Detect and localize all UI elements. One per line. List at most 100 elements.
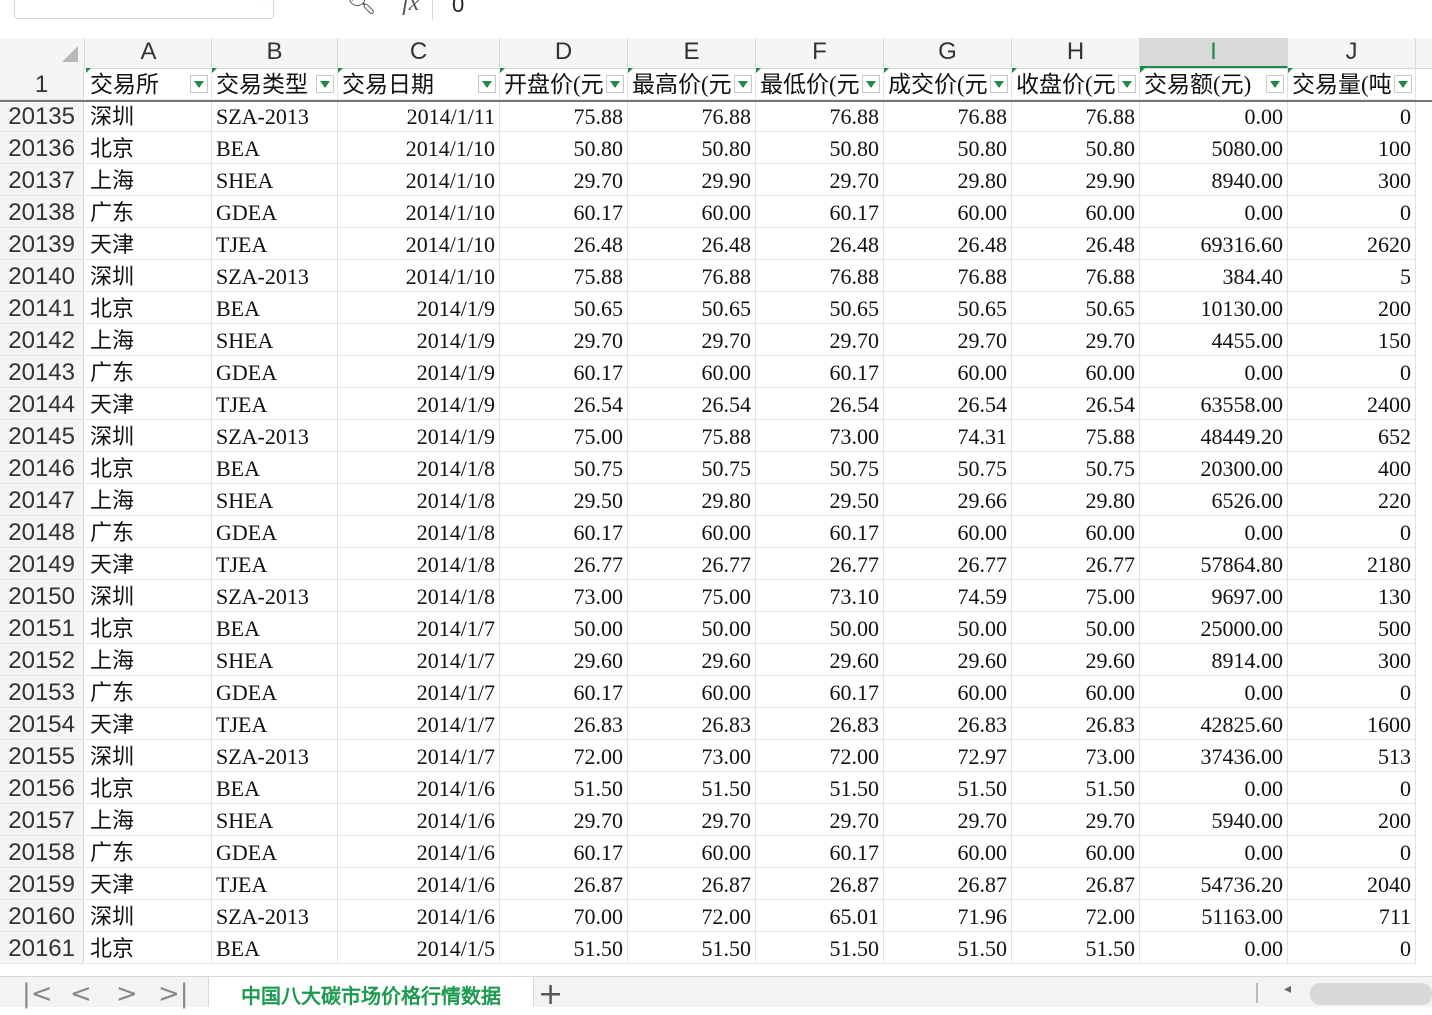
table-cell[interactable]: 60.00 <box>1012 196 1140 228</box>
table-cell[interactable]: 50.00 <box>1012 612 1140 644</box>
table-cell[interactable]: 5940.00 <box>1140 804 1288 836</box>
table-cell[interactable]: 29.70 <box>884 804 1012 836</box>
table-cell[interactable]: 50.75 <box>756 452 884 484</box>
table-cell[interactable]: 29.70 <box>628 324 756 356</box>
table-cell[interactable]: 51.50 <box>884 932 1012 964</box>
row-number[interactable]: 20160 <box>0 900 84 932</box>
table-cell[interactable]: 29.70 <box>756 164 884 196</box>
table-cell[interactable]: 50.00 <box>884 612 1012 644</box>
table-cell[interactable]: 50.80 <box>628 132 756 164</box>
table-cell[interactable]: 2014/1/10 <box>338 228 500 260</box>
table-cell[interactable]: 0 <box>1288 100 1416 132</box>
row-number[interactable]: 1 <box>0 68 84 100</box>
next-sheet-icon[interactable]: > <box>116 979 138 1009</box>
table-cell[interactable]: 200 <box>1288 292 1416 324</box>
table-cell[interactable]: 60.17 <box>756 356 884 388</box>
table-cell[interactable]: 50.75 <box>884 452 1012 484</box>
table-cell[interactable]: 8940.00 <box>1140 164 1288 196</box>
scroll-split-handle[interactable] <box>1256 983 1258 1003</box>
table-cell[interactable]: 天津 <box>86 228 212 260</box>
row-number[interactable]: 20149 <box>0 548 84 580</box>
table-cell[interactable]: 2014/1/10 <box>338 132 500 164</box>
table-cell[interactable]: 76.88 <box>1012 100 1140 132</box>
table-cell[interactable]: 2014/1/8 <box>338 548 500 580</box>
table-cell[interactable]: 29.70 <box>500 804 628 836</box>
first-sheet-icon[interactable]: |< <box>22 979 53 1009</box>
row-number[interactable]: 20145 <box>0 420 84 452</box>
table-cell[interactable]: 0.00 <box>1140 676 1288 708</box>
table-cell[interactable]: 73.10 <box>756 580 884 612</box>
row-number[interactable]: 20147 <box>0 484 84 516</box>
column-header-a[interactable]: A <box>86 38 212 68</box>
table-cell[interactable]: 26.48 <box>628 228 756 260</box>
table-cell[interactable]: 北京 <box>86 452 212 484</box>
table-cell[interactable]: 73.00 <box>500 580 628 612</box>
table-cell[interactable]: 300 <box>1288 644 1416 676</box>
table-cell[interactable]: 26.83 <box>756 708 884 740</box>
table-cell[interactable]: 130 <box>1288 580 1416 612</box>
table-cell[interactable]: 73.00 <box>756 420 884 452</box>
table-cell[interactable]: 51.50 <box>500 772 628 804</box>
table-cell[interactable]: 50.65 <box>1012 292 1140 324</box>
scroll-left-icon[interactable]: ◂ <box>1284 981 1291 997</box>
table-cell[interactable]: 深圳 <box>86 900 212 932</box>
filter-dropdown-icon[interactable] <box>1118 75 1136 93</box>
table-cell[interactable]: 60.17 <box>500 196 628 228</box>
table-cell[interactable]: 26.87 <box>500 868 628 900</box>
table-cell[interactable]: 0.00 <box>1140 772 1288 804</box>
row-number[interactable]: 20153 <box>0 676 84 708</box>
table-cell[interactable]: 26.77 <box>500 548 628 580</box>
table-cell[interactable]: 26.87 <box>628 868 756 900</box>
table-cell[interactable]: 76.88 <box>884 100 1012 132</box>
table-cell[interactable]: 2014/1/7 <box>338 644 500 676</box>
table-cell[interactable]: 50.80 <box>884 132 1012 164</box>
table-cell[interactable]: 北京 <box>86 932 212 964</box>
table-cell[interactable]: 220 <box>1288 484 1416 516</box>
table-cell[interactable]: 400 <box>1288 452 1416 484</box>
table-cell[interactable]: 60.00 <box>628 516 756 548</box>
table-cell[interactable]: 0 <box>1288 516 1416 548</box>
table-cell[interactable]: 50.65 <box>756 292 884 324</box>
table-cell[interactable]: 6526.00 <box>1140 484 1288 516</box>
table-cell[interactable]: 0 <box>1288 772 1416 804</box>
table-cell[interactable]: 50.65 <box>884 292 1012 324</box>
table-cell[interactable]: 北京 <box>86 292 212 324</box>
table-cell[interactable]: SHEA <box>212 804 338 836</box>
table-cell[interactable]: 29.70 <box>1012 804 1140 836</box>
table-cell[interactable]: 29.70 <box>756 804 884 836</box>
row-number[interactable]: 20150 <box>0 580 84 612</box>
table-cell[interactable]: 60.00 <box>1012 356 1140 388</box>
table-cell[interactable]: 51.50 <box>628 772 756 804</box>
search-icon[interactable]: 🔍︎ <box>346 0 376 16</box>
table-cell[interactable]: 29.66 <box>884 484 1012 516</box>
header-cell-c[interactable]: 交易日期 <box>338 68 500 100</box>
table-cell[interactable]: 29.60 <box>500 644 628 676</box>
table-cell[interactable]: 60.00 <box>884 356 1012 388</box>
table-cell[interactable]: 29.60 <box>756 644 884 676</box>
row-number[interactable]: 20155 <box>0 740 84 772</box>
column-header-h[interactable]: H <box>1012 38 1140 68</box>
table-cell[interactable]: 广东 <box>86 516 212 548</box>
table-cell[interactable]: 72.00 <box>500 740 628 772</box>
table-cell[interactable]: 0.00 <box>1140 100 1288 132</box>
table-cell[interactable]: 70.00 <box>500 900 628 932</box>
table-cell[interactable]: 51163.00 <box>1140 900 1288 932</box>
table-cell[interactable]: 72.00 <box>756 740 884 772</box>
table-cell[interactable]: 2014/1/6 <box>338 900 500 932</box>
table-cell[interactable]: 26.77 <box>756 548 884 580</box>
table-cell[interactable]: GDEA <box>212 196 338 228</box>
table-cell[interactable]: 60.00 <box>1012 836 1140 868</box>
table-cell[interactable]: 0.00 <box>1140 516 1288 548</box>
table-cell[interactable]: 8914.00 <box>1140 644 1288 676</box>
table-cell[interactable]: 51.50 <box>1012 932 1140 964</box>
table-cell[interactable]: 51.50 <box>1012 772 1140 804</box>
table-cell[interactable]: SHEA <box>212 164 338 196</box>
table-cell[interactable]: 26.87 <box>1012 868 1140 900</box>
table-cell[interactable]: 75.00 <box>1012 580 1140 612</box>
table-cell[interactable]: 深圳 <box>86 580 212 612</box>
table-cell[interactable]: SZA-2013 <box>212 900 338 932</box>
table-cell[interactable]: 76.88 <box>756 260 884 292</box>
table-cell[interactable]: 26.54 <box>628 388 756 420</box>
table-cell[interactable]: 29.60 <box>884 644 1012 676</box>
select-all-corner[interactable] <box>0 38 85 68</box>
